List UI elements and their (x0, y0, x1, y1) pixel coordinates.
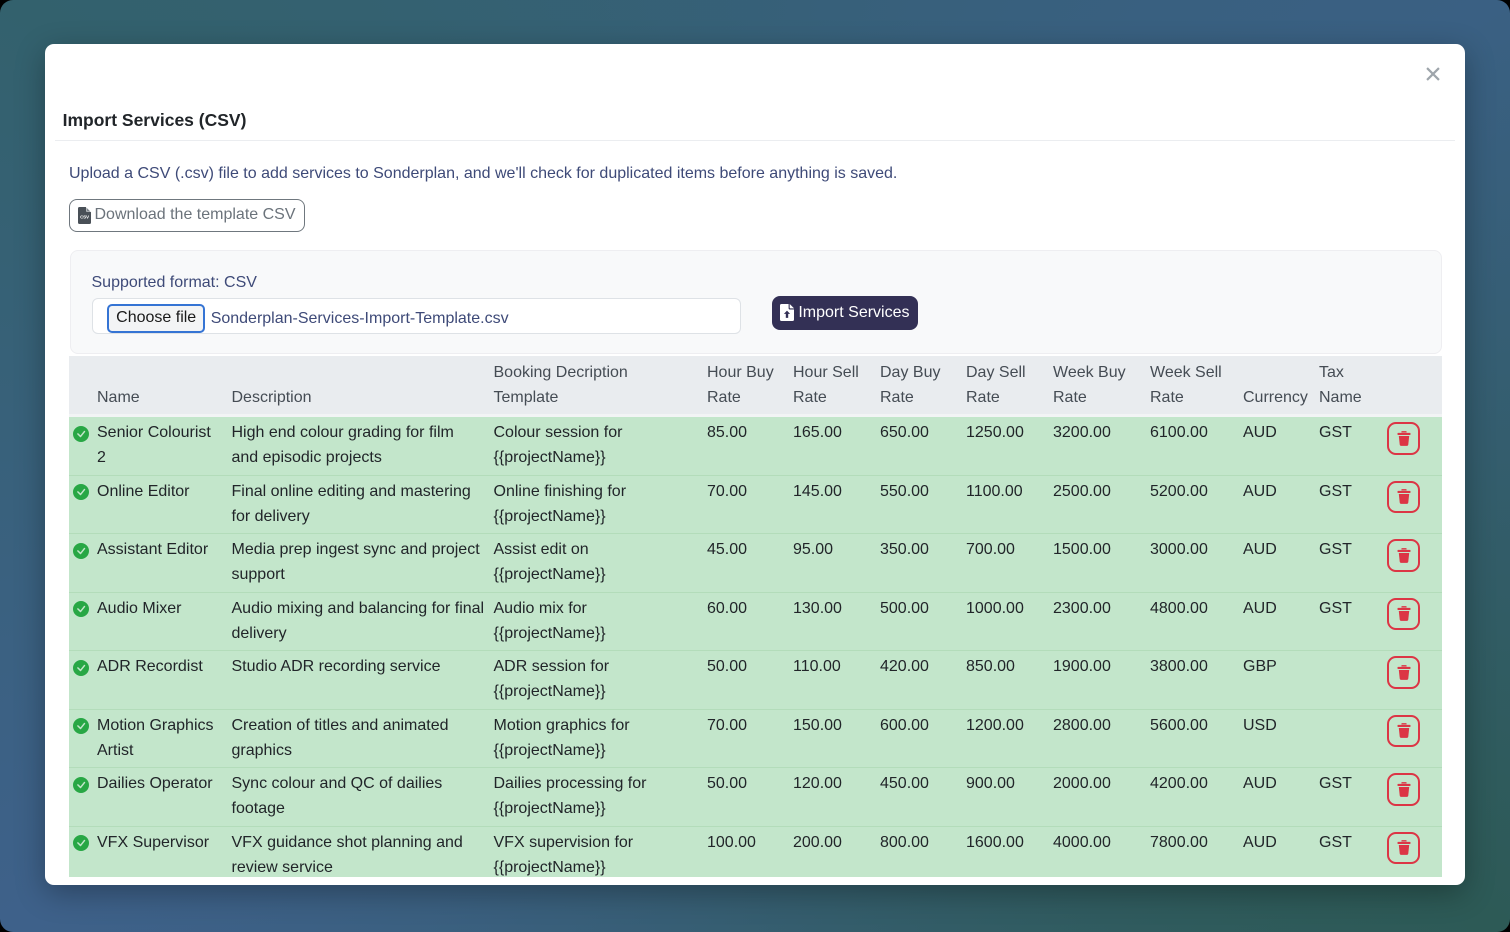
svg-text:CSV: CSV (80, 214, 90, 219)
